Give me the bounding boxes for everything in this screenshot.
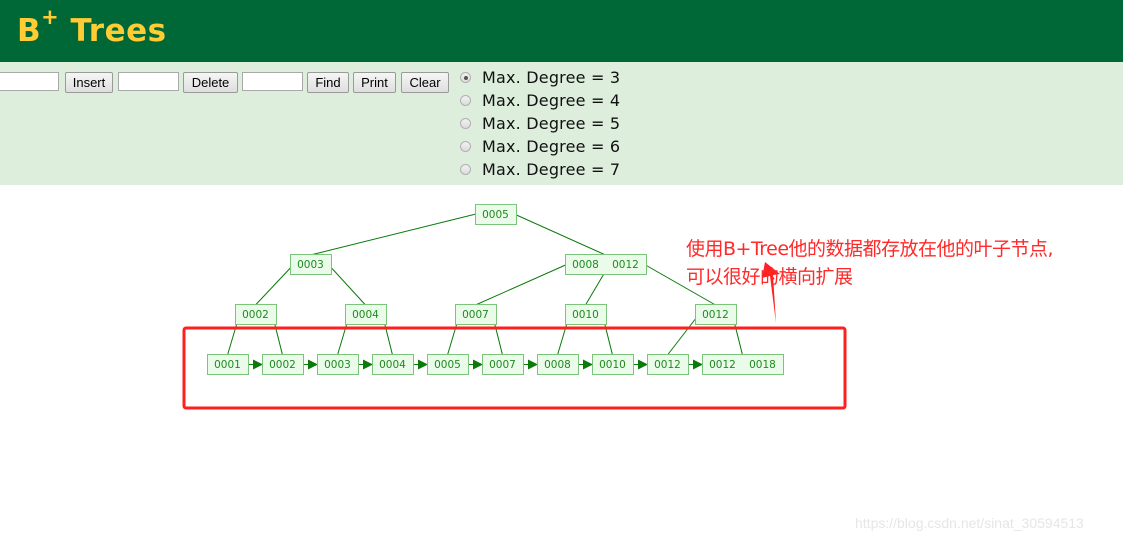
leaf-node: 0002 <box>262 354 304 375</box>
tree-edge <box>310 212 481 256</box>
tree-edge <box>326 262 366 306</box>
tree-edge <box>255 262 296 306</box>
node-key: 0002 <box>242 309 269 321</box>
node-key: 0012 <box>612 259 639 271</box>
node-key: 0012 <box>702 309 729 321</box>
annotation-line-2: 可以很好的横向扩展 <box>686 266 853 288</box>
tree-edge <box>511 212 606 256</box>
leaf-node: 0012 0018 <box>702 354 784 375</box>
tree-node: 0012 <box>695 304 737 325</box>
watermark: https://blog.csdn.net/sinat_30594513 <box>855 515 1084 531</box>
node-key: 0004 <box>352 309 379 321</box>
node-key: 0018 <box>749 359 776 371</box>
node-key: 0007 <box>489 359 516 371</box>
tree-edges <box>227 212 743 370</box>
node-key: 0001 <box>214 359 241 371</box>
node-key: 0010 <box>572 309 599 321</box>
tree-node: 0007 <box>455 304 497 325</box>
tree-node: 0008 0012 <box>565 254 647 275</box>
node-key: 0008 <box>572 259 599 271</box>
node-key: 0010 <box>599 359 626 371</box>
leaf-node: 0005 <box>427 354 469 375</box>
leaf-node: 0003 <box>317 354 359 375</box>
node-key: 0012 <box>654 359 681 371</box>
node-key: 0002 <box>269 359 296 371</box>
leaf-node: 0010 <box>592 354 634 375</box>
node-key: 0004 <box>379 359 406 371</box>
node-key: 0003 <box>324 359 351 371</box>
node-key: 0008 <box>544 359 571 371</box>
tree-node: 0004 <box>345 304 387 325</box>
leaf-node: 0012 <box>647 354 689 375</box>
tree-node: 0003 <box>290 254 332 275</box>
annotation-line-1: 使用B+Tree他的数据都存放在他的叶子节点, <box>686 238 1054 260</box>
node-key: 0003 <box>297 259 324 271</box>
leaf-node: 0007 <box>482 354 524 375</box>
leaf-node: 0004 <box>372 354 414 375</box>
tree-node: 0010 <box>565 304 607 325</box>
annotation-text: 使用B+Tree他的数据都存放在他的叶子节点, 可以很好的横向扩展 <box>686 235 1054 291</box>
leaf-node: 0001 <box>207 354 249 375</box>
tree-node: 0002 <box>235 304 277 325</box>
node-key: 0005 <box>434 359 461 371</box>
tree-edge <box>475 262 571 306</box>
leaf-node: 0008 <box>537 354 579 375</box>
node-key: 0005 <box>482 209 509 221</box>
tree-node: 0005 <box>475 204 517 225</box>
tree-edge <box>585 271 606 306</box>
node-key: 0012 <box>709 359 736 371</box>
node-key: 0007 <box>462 309 489 321</box>
